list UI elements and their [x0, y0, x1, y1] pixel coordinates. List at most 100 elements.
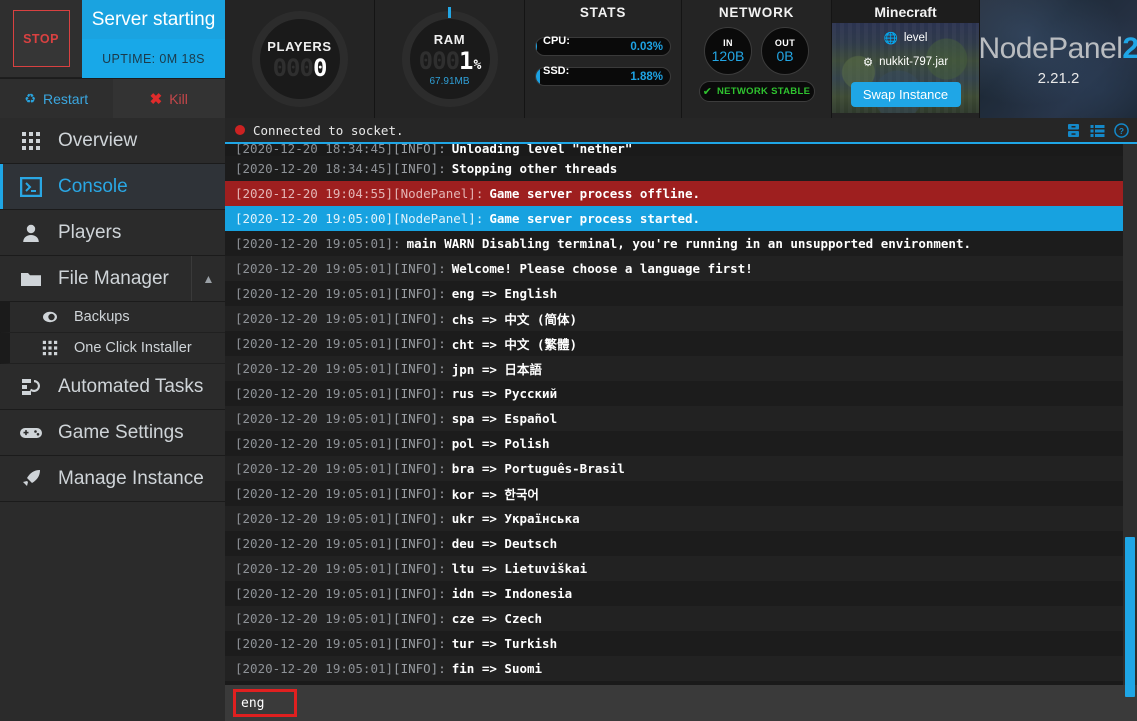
network-title: NETWORK	[682, 2, 831, 26]
help-icon[interactable]: ?	[1114, 123, 1129, 138]
ssd-bar-fill	[536, 68, 540, 85]
sidebar: Overview Console Players	[0, 118, 225, 721]
restart-icon: ♻	[24, 91, 36, 107]
network-status-badge: ✔ NETWORK STABLE	[699, 81, 815, 102]
log-timestamp: [2020-12-20 19:05:01]	[235, 336, 393, 351]
cpu-bar-fill	[536, 38, 537, 55]
ram-gauge: RAM 0001% 67.91MB	[402, 11, 498, 107]
sidebar-item-label: Console	[58, 176, 128, 198]
sidebar-subitem-label: One Click Installer	[74, 340, 192, 356]
log-timestamp: [2020-12-20 19:05:01]	[235, 461, 393, 476]
log-message: bra => Português-Brasil	[452, 461, 625, 476]
log-timestamp: [2020-12-20 19:05:01]	[235, 561, 393, 576]
kill-button[interactable]: ✖ Kill	[113, 79, 226, 118]
console-panel: Connected to socket.	[225, 118, 1137, 721]
ram-unit: %	[473, 59, 480, 72]
folder-icon	[18, 269, 44, 289]
players-label: PLAYERS	[267, 39, 331, 54]
network-in: IN 120B	[704, 27, 752, 75]
cpu-label: CPU:	[543, 35, 570, 47]
console-log-line: [2020-12-20 19:05:01] [INFO]:eng => Engl…	[225, 281, 1123, 306]
terminal-icon	[18, 177, 44, 197]
server-status-cell: Server starting UPTIME: 0M 18S	[82, 0, 225, 78]
network-in-value: 120B	[712, 48, 745, 64]
swap-instance-button[interactable]: Swap Instance	[851, 82, 961, 107]
log-timestamp: [2020-12-20 19:05:01]:	[235, 236, 401, 251]
network-out: OUT 0B	[761, 27, 809, 75]
brand-name-part1: NodePanel	[980, 32, 1122, 65]
log-tag: [INFO]:	[393, 611, 446, 626]
power-top-row: STOP Server starting UPTIME: 0M 18S	[0, 0, 225, 78]
console-log-line: [2020-12-20 19:05:01] [INFO]: ltu => Liet…	[225, 556, 1123, 581]
connection-status-text: Connected to socket.	[253, 123, 404, 138]
log-message: jpn => 日本語	[452, 359, 542, 378]
network-out-label: OUT	[775, 38, 795, 48]
console-scrollbar-thumb[interactable]	[1125, 537, 1135, 697]
log-tag: [INFO]:	[393, 411, 446, 426]
sidebar-item-label: Overview	[58, 130, 137, 152]
sidebar-item-overview[interactable]: Overview	[0, 118, 225, 164]
sidebar-subitem-backups[interactable]: Backups	[0, 302, 225, 333]
server-uptime: UPTIME: 0M 18S	[82, 39, 225, 78]
log-timestamp: [2020-12-20 19:05:01]	[235, 361, 393, 376]
log-message: cze => Czech	[452, 611, 542, 626]
console-log-line: [2020-12-20 19:05:01] [INFO]: jpn => 日本語	[225, 356, 1123, 381]
log-tag: [NodePanel]:	[393, 186, 483, 201]
log-tag: [INFO]:	[393, 461, 446, 476]
server-status-title: Server starting	[82, 0, 225, 39]
sidebar-item-label: Players	[58, 222, 121, 244]
console-command-input[interactable]	[233, 689, 297, 717]
sidebar-item-game-settings[interactable]: Game Settings	[0, 410, 225, 456]
console-scrollbar[interactable]	[1123, 144, 1137, 685]
sidebar-item-console[interactable]: Console	[0, 164, 225, 210]
network-out-value: 0B	[776, 48, 793, 64]
log-tag: [INFO]:	[393, 361, 446, 376]
log-tag: [INFO]:	[393, 436, 446, 451]
sidebar-item-label: Automated Tasks	[58, 376, 203, 398]
top-status-bar: STOP Server starting UPTIME: 0M 18S ♻ Re…	[0, 0, 1137, 118]
restart-button[interactable]: ♻ Restart	[0, 79, 113, 118]
cpu-stat: CPU: 0.03%	[535, 37, 671, 56]
gears-icon: ⚙	[863, 55, 873, 69]
sidebar-subitem-one-click-installer[interactable]: One Click Installer	[0, 333, 225, 364]
log-timestamp: [2020-12-20 19:05:01]	[235, 311, 393, 326]
tasks-icon	[18, 377, 44, 397]
sidebar-item-manage-instance[interactable]: Manage Instance	[0, 456, 225, 502]
sidebar-filler	[0, 502, 225, 721]
log-tag: [INFO]:	[393, 261, 446, 276]
console-log-line: [2020-12-20 19:05:01] [INFO]:rus => Русс…	[225, 381, 1123, 406]
log-tag: [INFO]:	[393, 311, 446, 326]
console-header: Connected to socket.	[225, 118, 1137, 144]
list-icon[interactable]	[1090, 123, 1105, 138]
console-log-line: [2020-12-20 19:05:01] [INFO]:Welcome! Pl…	[225, 256, 1123, 281]
log-tag: [INFO]:	[393, 386, 446, 401]
log-timestamp: [2020-12-20 19:05:01]	[235, 661, 393, 676]
log-timestamp: [2020-12-20 19:05:01]	[235, 636, 393, 651]
sidebar-item-label: Game Settings	[58, 422, 184, 444]
log-timestamp: [2020-12-20 19:05:01]	[235, 386, 393, 401]
server-rack-icon[interactable]	[1066, 123, 1081, 138]
console-log-wrap: [2020-12-20 18:34:45] [INFO]:Unloading l…	[225, 144, 1137, 685]
sidebar-item-players[interactable]: Players	[0, 210, 225, 256]
ram-dim-digits: 000	[419, 49, 459, 73]
stop-button[interactable]: STOP	[13, 10, 70, 67]
minecraft-level-row: 🌐 level	[832, 23, 979, 45]
grid-icon	[38, 340, 62, 356]
log-message: cht => 中文 (繁體)	[452, 334, 577, 353]
log-message: Unloading level "nether"	[452, 144, 633, 156]
chevron-up-icon[interactable]: ▲	[191, 256, 225, 301]
console-log[interactable]: [2020-12-20 18:34:45] [INFO]:Unloading l…	[225, 144, 1123, 685]
log-message: tur => Turkish	[452, 636, 557, 651]
sidebar-item-file-manager[interactable]: File Manager ▲	[0, 256, 225, 302]
console-log-line: [2020-12-20 19:05:01] [INFO]:cze => Czec…	[225, 606, 1123, 631]
connection-status-dot	[235, 125, 245, 135]
log-message: ltu => Lietuviškai	[452, 561, 587, 576]
ssd-stat: SSD: 1.88%	[535, 67, 671, 86]
log-timestamp: [2020-12-20 19:05:01]	[235, 586, 393, 601]
sidebar-item-automated-tasks[interactable]: Automated Tasks	[0, 364, 225, 410]
log-timestamp: [2020-12-20 19:05:01]	[235, 411, 393, 426]
log-tag: [INFO]:	[393, 661, 446, 676]
network-in-label: IN	[723, 38, 733, 48]
log-tag: [INFO]:	[393, 561, 446, 576]
log-message: Game server process offline.	[489, 186, 700, 201]
